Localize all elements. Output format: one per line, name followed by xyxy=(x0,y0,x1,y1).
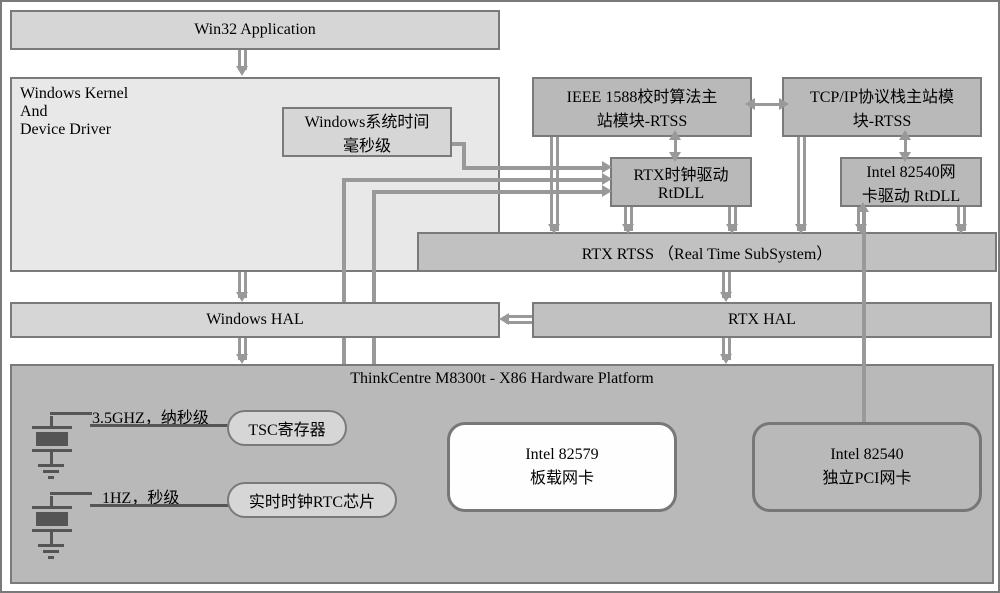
intel82540-pci-nic: Intel 82540 独立PCI网卡 xyxy=(752,422,982,512)
arrowhead xyxy=(745,98,755,110)
nicdrv-l2: 卡驱动 RtDLL xyxy=(862,182,960,206)
arrowhead xyxy=(236,292,248,302)
rtc-chip: 实时时钟RTC芯片 xyxy=(227,482,397,518)
arrowhead xyxy=(669,152,681,162)
tcpip-l1: TCP/IP协议栈主站模 xyxy=(810,83,954,107)
arrowhead xyxy=(899,130,911,140)
nic-onboard-l2: 板载网卡 xyxy=(530,464,594,488)
arrowhead xyxy=(602,173,612,185)
arrowhead xyxy=(236,354,248,364)
rtx-rtss: RTX RTSS （Real Time SubSystem） xyxy=(417,232,997,272)
rtx-hal: RTX HAL xyxy=(532,302,992,338)
arrowhead xyxy=(236,66,248,76)
wire xyxy=(90,424,230,427)
wire xyxy=(90,504,230,507)
winhal-label: Windows HAL xyxy=(206,311,304,329)
arrowhead xyxy=(548,224,560,234)
nic-pci-l1: Intel 82540 xyxy=(830,446,903,464)
arrowhead xyxy=(602,161,612,173)
diagram-canvas: Win32 Application Windows Kernel And Dev… xyxy=(0,0,1000,593)
nic-onboard-l1: Intel 82579 xyxy=(525,446,598,464)
windows-hal: Windows HAL xyxy=(10,302,500,338)
rtss-label: RTX RTSS （Real Time SubSystem） xyxy=(582,240,833,264)
arrowhead xyxy=(857,202,869,212)
hw-title: ThinkCentre M8300t - X86 Hardware Platfo… xyxy=(350,370,653,388)
nic-pci-l2: 独立PCI网卡 xyxy=(823,464,912,488)
wire xyxy=(50,492,92,495)
tsc-label: TSC寄存器 xyxy=(248,416,325,440)
sig xyxy=(462,166,607,170)
oscillator-icon xyxy=(32,502,72,536)
arrowhead xyxy=(622,224,634,234)
intel82540-driver: Intel 82540网 卡驱动 RtDLL xyxy=(840,157,982,207)
sig xyxy=(462,142,466,168)
wire xyxy=(50,412,92,415)
arrowhead xyxy=(602,185,612,197)
windows-system-time: Windows系统时间 毫秒级 xyxy=(282,107,452,157)
ieee1588-master-module: IEEE 1588校时算法主 站模块-RTSS xyxy=(532,77,752,137)
arrowhead xyxy=(795,224,807,234)
rtc-label: 实时时钟RTC芯片 xyxy=(249,488,375,512)
arrowhead xyxy=(720,354,732,364)
arrowhead xyxy=(669,130,681,140)
arrowhead xyxy=(779,98,789,110)
ieee1588-l2: 站模块-RTSS xyxy=(597,107,688,131)
arrowhead xyxy=(726,224,738,234)
arrowhead xyxy=(499,313,509,325)
kernel-title: Windows Kernel And Device Driver xyxy=(20,85,128,139)
rtxhal-label: RTX HAL xyxy=(728,311,796,329)
sig-rtc xyxy=(372,190,607,194)
intel82579-onboard-nic: Intel 82579 板载网卡 xyxy=(447,422,677,512)
sig xyxy=(452,142,462,146)
arrowhead xyxy=(899,152,911,162)
sig-tsc xyxy=(342,178,607,182)
tcpip-l2: 块-RTSS xyxy=(853,107,912,131)
rtxclock-l2: RtDLL xyxy=(658,185,704,203)
arrowhead xyxy=(955,224,967,234)
rtxclock-l1: RTX时钟驱动 xyxy=(633,161,728,185)
arrowhead xyxy=(720,292,732,302)
wintime-l1: Windows系统时间 xyxy=(305,108,430,132)
oscillator-icon xyxy=(32,422,72,456)
ieee1588-l1: IEEE 1588校时算法主 xyxy=(567,83,718,107)
tsc-register: TSC寄存器 xyxy=(227,410,347,446)
rtx-clock-driver: RTX时钟驱动 RtDLL xyxy=(610,157,752,207)
link-pci-to-driver xyxy=(862,210,866,422)
tcpip-master-module: TCP/IP协议栈主站模 块-RTSS xyxy=(782,77,982,137)
link-ieee-tcpip xyxy=(752,103,782,106)
win32-application: Win32 Application xyxy=(10,10,500,50)
win32-label: Win32 Application xyxy=(194,21,316,39)
wintime-l2: 毫秒级 xyxy=(343,132,391,156)
